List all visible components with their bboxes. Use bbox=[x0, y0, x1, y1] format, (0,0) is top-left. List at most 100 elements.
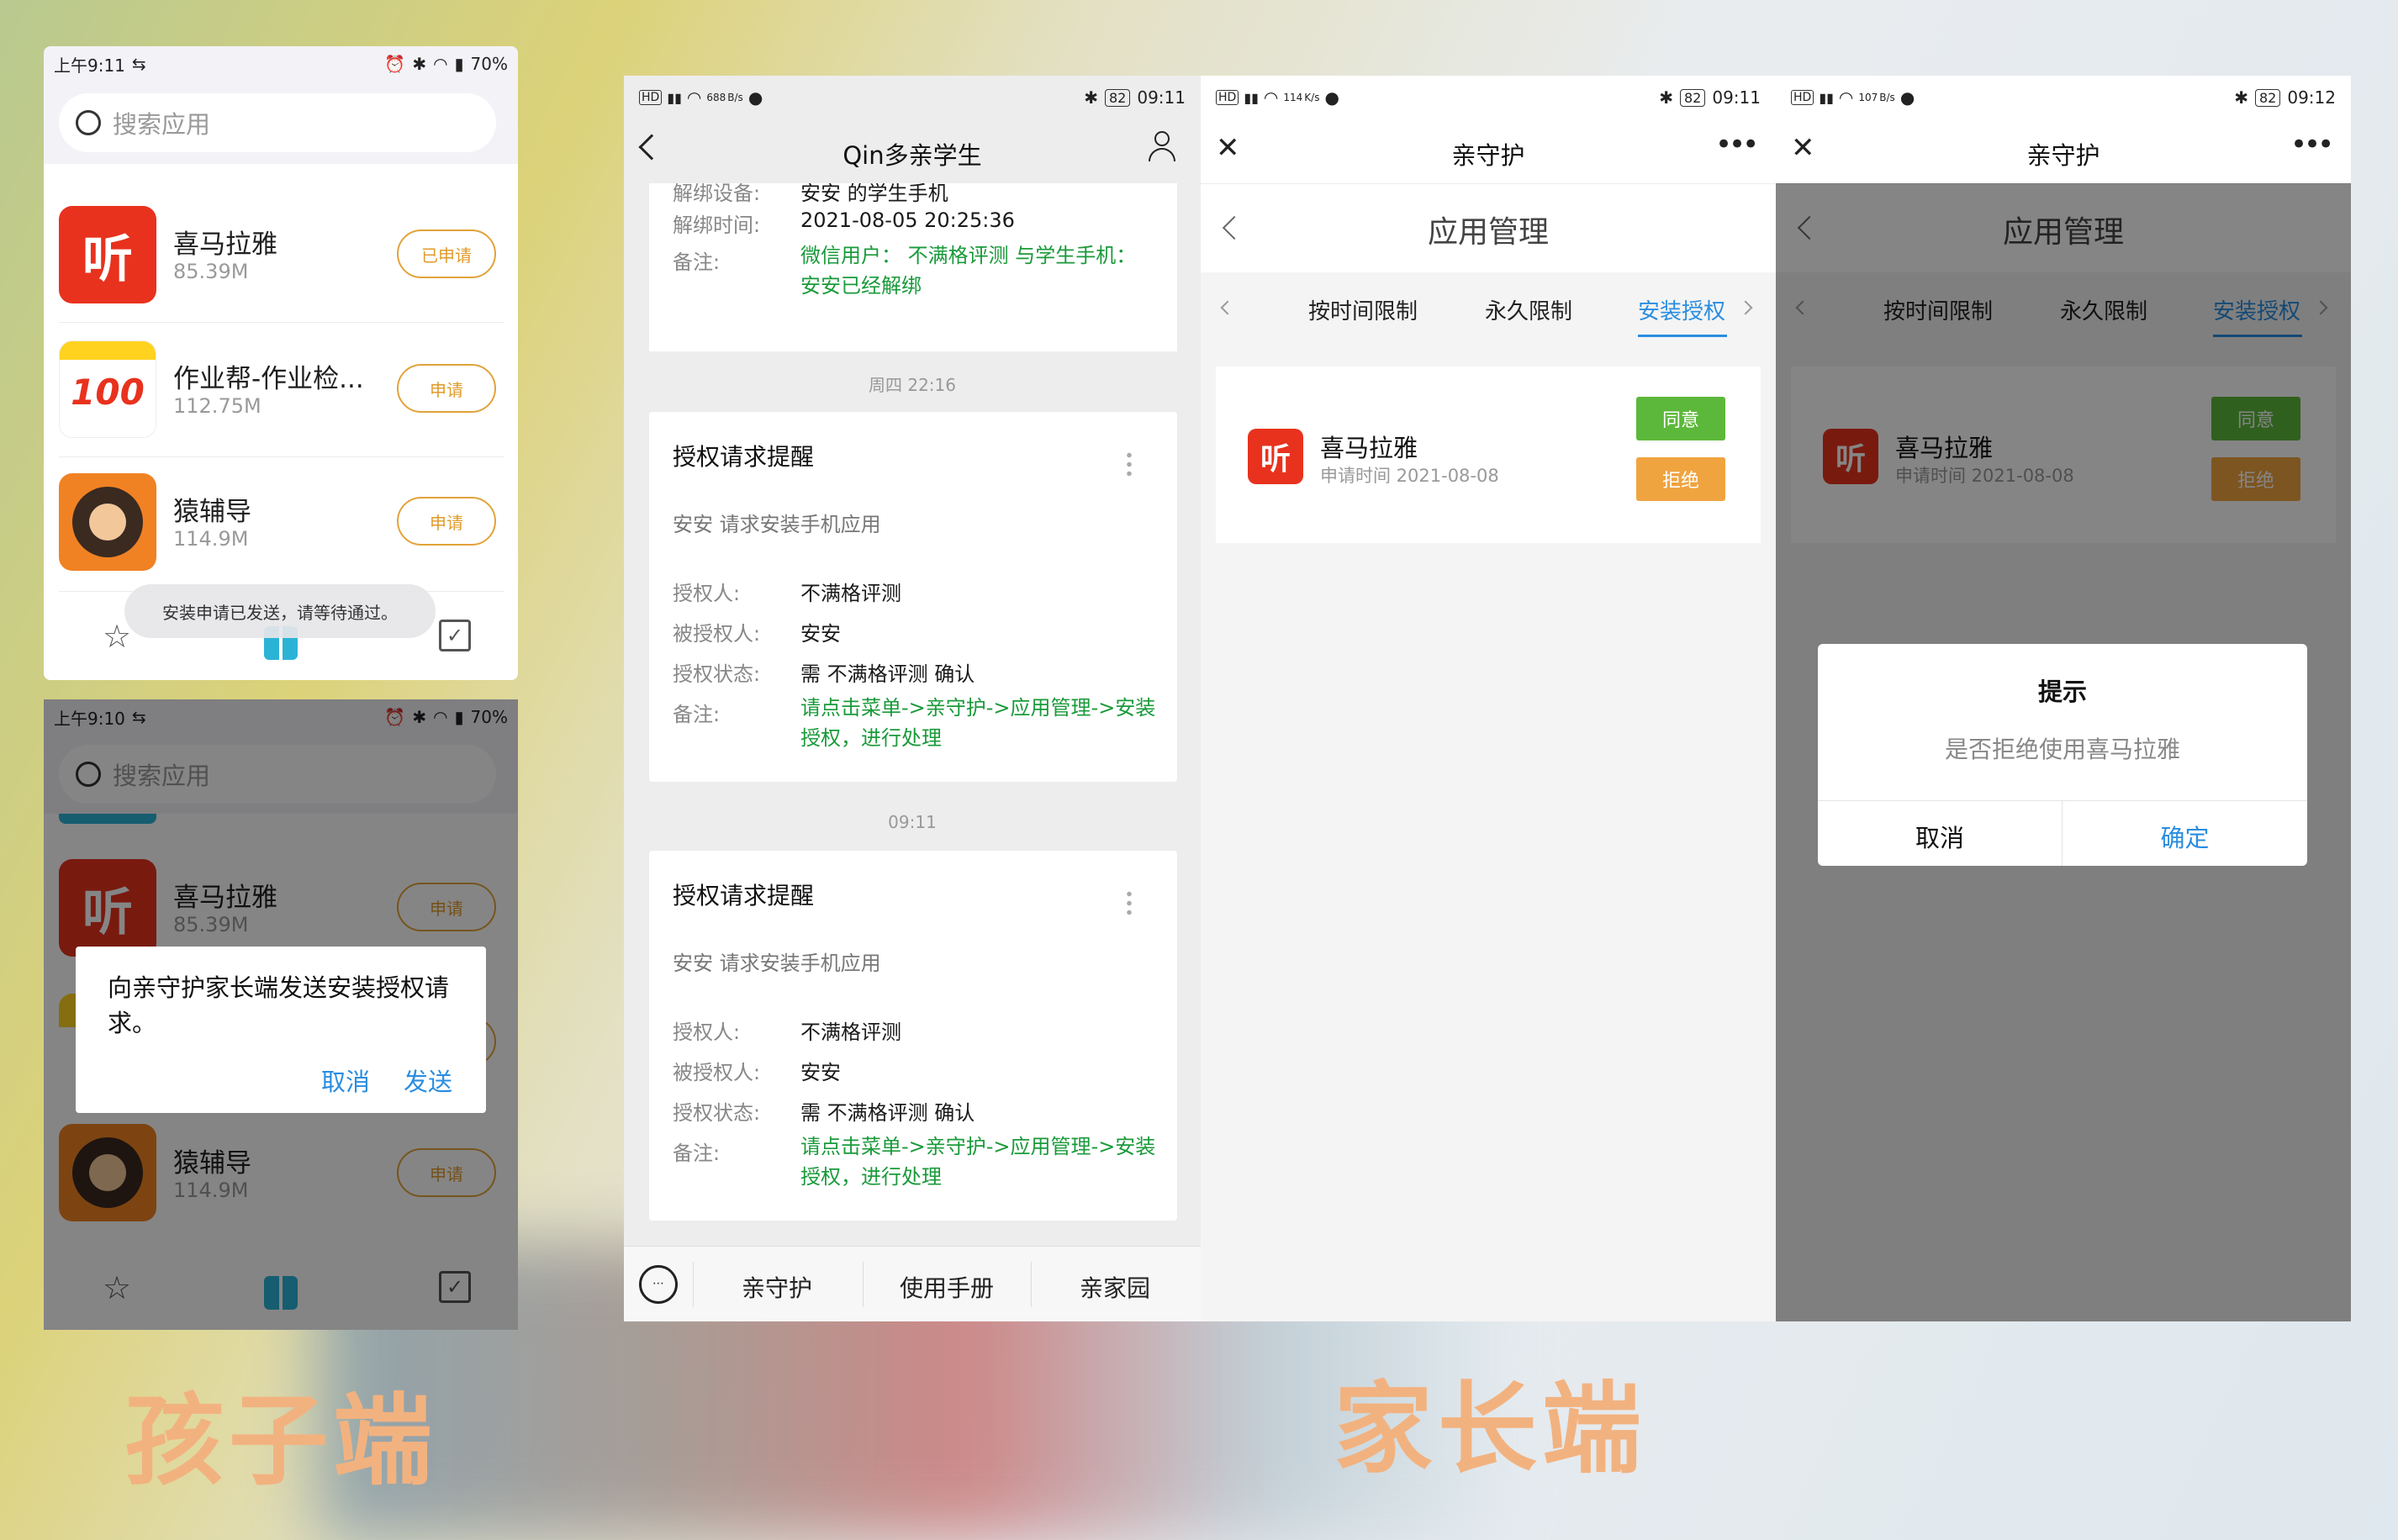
dialog-title: 提示 bbox=[2037, 678, 2087, 706]
dialog-cancel-button[interactable]: 取消 bbox=[1818, 819, 2062, 854]
page-title: 应用管理 bbox=[1427, 215, 1549, 250]
menu-item-qinjiayuan[interactable]: 亲家园 bbox=[1031, 1270, 1199, 1304]
child-label: 孩子端 bbox=[124, 1383, 438, 1499]
mini-program-header: ✕ 亲守护 ••• bbox=[1201, 119, 1776, 183]
search-icon bbox=[76, 110, 101, 135]
signal-icon: ▮▮ bbox=[1819, 89, 1834, 106]
wechat-icon: ● bbox=[747, 87, 763, 108]
status-bar: HD ▮▮ ◠ 107 B/s ● ✱ 82 09:12 bbox=[1776, 76, 2351, 119]
cut-value: 安安 的学生手机 bbox=[800, 183, 948, 205]
battery-text: 82 bbox=[1105, 88, 1131, 107]
grantor-label: 授权人: bbox=[673, 1021, 741, 1044]
more-icon[interactable] bbox=[1127, 451, 1132, 476]
tab-left-icon[interactable] bbox=[1220, 300, 1235, 315]
child-phone-2: 上午9:10 ⇆ ⏰ ✱ ◠ ▮ 70% 搜索应用 听 喜马拉雅 85.39M 申请 猿… bbox=[44, 699, 518, 1330]
hd-icon: HD bbox=[639, 90, 663, 105]
note-value: 请点击菜单->亲守护->应用管理->安装授权，进行处理 bbox=[800, 696, 1156, 750]
dialog-text: 向亲守护家长端发送安装授权请求。 bbox=[108, 973, 450, 1037]
signal-icon: ▮▮ bbox=[667, 89, 682, 106]
apply-button[interactable]: 申请 bbox=[397, 364, 496, 413]
wifi-icon: ◠ bbox=[686, 87, 702, 108]
net-speed-unit: B/s bbox=[1879, 92, 1895, 103]
tab-bar: 按时间限制 永久限制 安装授权 bbox=[1201, 272, 1776, 348]
dialog-send-button[interactable]: 发送 bbox=[404, 1063, 452, 1098]
parent-chat-screen: HD ▮▮ ◠ 688 B/s ● ✱ 82 09:11 Qin多亲学生 解绑设备:… bbox=[624, 76, 1201, 1321]
checklist-icon[interactable]: ✓ bbox=[439, 620, 471, 651]
grantor-value: 不满格评测 bbox=[800, 1021, 901, 1044]
card-subtitle: 安安 请求安装手机应用 bbox=[673, 952, 881, 975]
wifi-icon: ◠ bbox=[433, 54, 448, 74]
nav-title: 亲守护 bbox=[1451, 141, 1525, 170]
menu-item-manual[interactable]: 使用手册 bbox=[863, 1270, 1031, 1304]
agree-button[interactable]: 同意 bbox=[1636, 397, 1725, 440]
app-name: 猿辅导 bbox=[173, 497, 251, 527]
status-time: 09:11 bbox=[1712, 87, 1761, 108]
dialog-ok-button[interactable]: 确定 bbox=[2063, 819, 2307, 854]
ximalaya-logo: 听 bbox=[1248, 429, 1303, 484]
sync-icon: ⇆ bbox=[131, 54, 146, 74]
net-speed-unit: K/s bbox=[1304, 92, 1320, 103]
parent-label: 家长端 bbox=[1334, 1371, 1647, 1487]
nav-title: 亲守护 bbox=[2026, 141, 2100, 170]
signal-icon: ▮ bbox=[454, 54, 464, 74]
search-input[interactable]: 搜索应用 bbox=[59, 93, 496, 152]
status-time: 09:12 bbox=[2287, 87, 2336, 108]
grantee-value: 安安 bbox=[800, 622, 841, 646]
mini-program-header: ✕ 亲守护 ••• bbox=[1776, 119, 2351, 183]
auth-request-card[interactable]: 授权请求提醒 安安 请求安装手机应用 授权人: 不满格评测 被授权人: 安安 授… bbox=[649, 851, 1177, 1221]
profile-icon[interactable] bbox=[1147, 129, 1177, 163]
tab-install-auth[interactable]: 安装授权 bbox=[1638, 294, 1725, 325]
hd-icon: HD bbox=[1791, 90, 1814, 105]
grantee-value: 安安 bbox=[800, 1061, 841, 1084]
app-size: 85.39M bbox=[173, 260, 249, 283]
reject-button[interactable]: 拒绝 bbox=[1636, 457, 1725, 501]
grantee-label: 被授权人: bbox=[673, 622, 761, 646]
confirm-dialog: 提示 是否拒绝使用喜马拉雅 取消 确定 bbox=[1818, 644, 2307, 866]
tab-right-icon[interactable] bbox=[1738, 300, 1753, 315]
note-value: 请点击菜单->亲守护->应用管理->安装授权，进行处理 bbox=[800, 1135, 1156, 1189]
dialog-cancel-button[interactable]: 取消 bbox=[321, 1063, 370, 1098]
card-title: 授权请求提醒 bbox=[673, 443, 815, 471]
note-value: 微信用户： 不满格评测 与学生手机： 安安已经解绑 bbox=[800, 244, 1137, 298]
card-title: 授权请求提醒 bbox=[673, 882, 815, 910]
parent-app-management: HD ▮▮ ◠ 114 K/s ● ✱ 82 09:11 ✕ 亲守护 ••• 应用管… bbox=[1201, 76, 1776, 1321]
tab-permanent-limit[interactable]: 永久限制 bbox=[1485, 294, 1572, 325]
more-icon[interactable] bbox=[1127, 889, 1132, 915]
bluetooth-icon: ✱ bbox=[2234, 87, 2248, 108]
more-menu-icon[interactable]: ••• bbox=[2290, 128, 2334, 161]
chat-header: Qin多亲学生 bbox=[624, 119, 1201, 183]
tab-time-limit[interactable]: 按时间限制 bbox=[1308, 294, 1418, 325]
status-value: 需 不满格评测 确认 bbox=[800, 662, 975, 686]
wifi-icon: ◠ bbox=[1838, 87, 1854, 108]
hd-icon: HD bbox=[1216, 90, 1239, 105]
battery-text: 82 bbox=[2255, 88, 2281, 107]
dialog-text: 是否拒绝使用喜马拉雅 bbox=[1944, 736, 2180, 763]
bluetooth-icon: ✱ bbox=[1659, 87, 1673, 108]
toast-message: 安装申请已发送，请等待通过。 bbox=[124, 584, 436, 638]
battery-text: 70% bbox=[470, 54, 508, 74]
app-size: 112.75M bbox=[173, 394, 261, 418]
bluetooth-icon: ✱ bbox=[412, 54, 427, 74]
ximalaya-logo: 听 bbox=[59, 206, 156, 303]
wifi-icon: ◠ bbox=[1263, 87, 1279, 108]
status-value: 需 不满格评测 确认 bbox=[800, 1101, 975, 1125]
unbind-time-value: 2021-08-05 20:25:36 bbox=[800, 208, 1015, 232]
more-menu-icon[interactable]: ••• bbox=[1715, 128, 1759, 161]
menu-item-qinshouhu[interactable]: 亲守护 bbox=[693, 1270, 861, 1304]
status-bar: HD ▮▮ ◠ 688 B/s ● ✱ 82 09:11 bbox=[624, 76, 1201, 119]
alarm-icon: ⏰ bbox=[384, 54, 406, 74]
note-label: 备注: bbox=[673, 1142, 721, 1165]
parent-confirm-screen: HD ▮▮ ◠ 107 B/s ● ✱ 82 09:12 ✕ 亲守护 ••• 应用管… bbox=[1776, 76, 2351, 1321]
apply-button[interactable]: 申请 bbox=[397, 497, 496, 546]
auth-request-card[interactable]: 授权请求提醒 安安 请求安装手机应用 授权人: 不满格评测 被授权人: 安安 授… bbox=[649, 412, 1177, 782]
status-time: 上午9:11 bbox=[54, 55, 125, 76]
net-speed: 107 bbox=[1858, 92, 1878, 103]
status-time: 09:11 bbox=[1137, 87, 1186, 108]
keyboard-icon[interactable]: ⋯ bbox=[639, 1265, 678, 1304]
status-label: 授权状态: bbox=[673, 662, 761, 686]
app-size: 114.9M bbox=[173, 527, 249, 551]
applied-button[interactable]: 已申请 bbox=[397, 229, 496, 278]
battery-text: 82 bbox=[1680, 88, 1706, 107]
net-speed-unit: B/s bbox=[727, 92, 743, 103]
pending-app-card: 听 喜马拉雅 申请时间 2021-08-08 同意 拒绝 bbox=[1216, 367, 1761, 543]
